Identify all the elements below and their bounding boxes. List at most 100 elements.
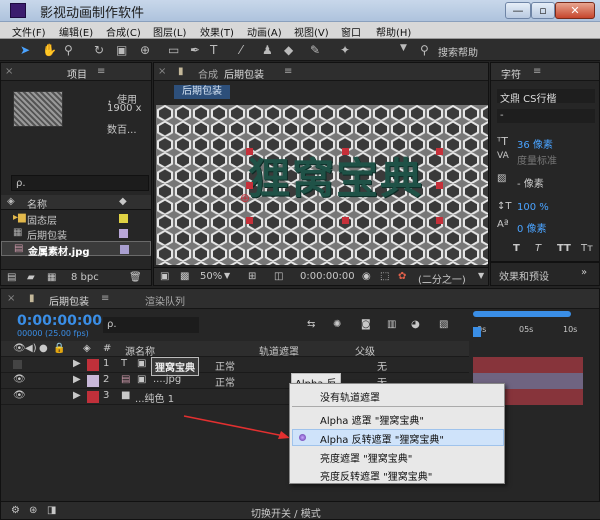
menu-window[interactable]: 窗口 (341, 24, 361, 39)
menu-help[interactable]: 帮助(H) (376, 24, 411, 39)
close-tab-icon[interactable]: × (158, 66, 166, 77)
rectangle-tool-icon[interactable]: ▭ (168, 43, 179, 57)
font-family-dropdown[interactable]: 文鼎 CS行楷 (497, 89, 595, 105)
new-comp-icon[interactable]: ▦ (47, 272, 56, 283)
search-help-label[interactable]: 搜索帮助 (438, 44, 478, 59)
stamp-tool-icon[interactable]: ♟ (262, 43, 273, 57)
expand-layer-icon[interactable]: ▶ (73, 358, 81, 369)
handle[interactable] (436, 148, 443, 155)
frame-blending-icon[interactable]: ▥ (387, 319, 396, 330)
guides-icon[interactable]: ◫ (274, 271, 283, 282)
comp-viewer[interactable]: 狸窝宝典 ⊕ (156, 105, 488, 265)
visibility-toggle[interactable] (13, 360, 22, 369)
panel-menu-icon[interactable]: ≡ (101, 293, 109, 304)
camera-tool-icon[interactable]: ▣ (116, 43, 127, 57)
brush-tool-icon[interactable]: ⁄ (240, 43, 242, 57)
zoom-tool-icon[interactable]: ⚲ (64, 43, 73, 57)
layer-label-swatch[interactable] (87, 359, 99, 371)
vertical-scale-value[interactable]: 100 % (517, 202, 549, 213)
project-search-input[interactable]: ρ. (11, 175, 149, 191)
project-item-comp[interactable]: ▦ 后期包装 (1, 226, 151, 242)
draft-3d-icon[interactable]: ✺ (333, 319, 341, 330)
smallcaps-icon[interactable]: Tт (581, 243, 593, 254)
mask-icon[interactable]: ▩ (180, 271, 189, 282)
stroke-width-value[interactable]: - 像素 (517, 175, 544, 190)
project-tab[interactable]: 项目 (67, 66, 87, 81)
grid-icon[interactable]: ⊞ (248, 271, 256, 282)
channel-icon[interactable]: ✿ (398, 271, 406, 282)
column-source-name[interactable]: 源名称 (125, 343, 155, 358)
effects-presets-tab[interactable]: 效果和预设 (499, 268, 549, 283)
timecode-display[interactable]: 0:00:00:00 (300, 271, 355, 282)
text-tool-icon[interactable]: T (210, 43, 217, 57)
resolution-dropdown-icon[interactable]: ▼ (478, 271, 484, 280)
visibility-eye-icon[interactable]: 👁 (13, 390, 26, 401)
layer-bar-1[interactable] (473, 357, 583, 373)
new-folder-icon[interactable]: ▰ (27, 272, 35, 283)
shy-icon[interactable]: ◙ (361, 319, 371, 330)
menu-animation[interactable]: 动画(A) (247, 24, 282, 39)
timeline-timecode[interactable]: 0:00:00:00 (17, 313, 102, 329)
panel-menu-icon[interactable]: ≡ (533, 66, 541, 77)
anchor-point-icon[interactable]: ⊕ (240, 191, 250, 205)
layer-name[interactable]: ...纯色 1 (135, 390, 174, 405)
menu-effect[interactable]: 效果(T) (200, 24, 234, 39)
delete-icon[interactable]: 🗑 (129, 272, 142, 283)
menu-view[interactable]: 视图(V) (294, 24, 329, 39)
handle[interactable] (246, 217, 253, 224)
timeline-search-input[interactable]: ρ. (103, 317, 199, 333)
selection-tool-icon[interactable]: ➤ (20, 43, 30, 57)
minimize-button[interactable]: — (505, 2, 531, 19)
roto-brush-tool-icon[interactable]: ✎ (310, 43, 320, 57)
menu-layer[interactable]: 图层(L) (153, 24, 186, 39)
baseline-value[interactable]: 0 像素 (517, 220, 547, 235)
comp-mini-flowchart-icon[interactable]: ⇆ (307, 319, 315, 330)
layer-mode[interactable]: 正常 (215, 358, 235, 373)
always-preview-icon[interactable]: ▣ (160, 271, 169, 282)
expand-layer-icon[interactable]: ▶ (73, 390, 81, 401)
panel-menu-icon[interactable]: ≡ (284, 66, 292, 77)
visibility-eye-icon[interactable]: 👁 (13, 374, 26, 385)
layer-label-swatch[interactable] (87, 391, 99, 403)
layer-row-1[interactable]: ▶ 1 T ▣ 狸窝宝典 正常 无 (1, 357, 469, 376)
project-item-image[interactable]: ▤ 金属素材.jpg (1, 241, 151, 258)
rotate-tool-icon[interactable]: ↻ (94, 43, 104, 57)
timeline-tab[interactable]: 后期包装 (49, 293, 89, 308)
project-item-folder[interactable]: ▸▆ 固态层 (1, 211, 151, 227)
hand-tool-icon[interactable]: ✋ (42, 43, 57, 57)
workspace-dropdown-icon[interactable]: ▼ (400, 43, 407, 53)
search-icon[interactable]: ⚲ (420, 43, 429, 57)
layer-label-swatch[interactable] (87, 375, 99, 387)
allcaps-icon[interactable]: TT (557, 243, 571, 254)
playhead[interactable] (473, 327, 481, 337)
bold-icon[interactable]: T (513, 243, 520, 254)
layer-name[interactable]: ....jpg (153, 374, 181, 385)
layer-mode[interactable]: 正常 (215, 374, 235, 389)
snapshot-icon[interactable]: ◉ (362, 271, 371, 282)
handle[interactable] (342, 148, 349, 155)
kerning-value[interactable]: 度量标准 (517, 152, 557, 167)
panel-menu-icon[interactable]: ≡ (97, 66, 105, 77)
toggle-switches-modes[interactable]: 切换开关 / 模式 (251, 505, 321, 520)
render-queue-tab[interactable]: 渲染队列 (145, 293, 185, 308)
close-tab-icon[interactable]: × (5, 66, 13, 77)
font-size-value[interactable]: 36 像素 (517, 136, 553, 151)
transfer-controls-icon[interactable]: ⊛ (29, 505, 37, 516)
graph-editor-icon[interactable]: ▧ (439, 319, 448, 330)
menu-composition[interactable]: 合成(C) (106, 24, 141, 39)
bpc-label[interactable]: 8 bpc (71, 272, 99, 283)
option-alpha-matte[interactable]: Alpha 遮罩 "狸窝宝典" (320, 412, 424, 427)
motion-blur-icon[interactable]: ◕ (411, 319, 420, 330)
zoom-dropdown-icon[interactable]: ▼ (224, 271, 230, 280)
in-out-icon[interactable]: ◨ (47, 505, 56, 516)
option-no-track-matte[interactable]: 没有轨道遮罩 (320, 389, 380, 404)
comp-tab[interactable]: 后期包装 (224, 66, 264, 81)
resolution-dropdown[interactable]: (二分之一) (418, 271, 466, 286)
layer-parent[interactable]: 无 (377, 358, 387, 373)
pen-tool-icon[interactable]: ✒ (190, 43, 200, 57)
italic-icon[interactable]: T (535, 243, 541, 254)
expand-layer-icon[interactable]: ▶ (73, 374, 81, 385)
close-tab-icon[interactable]: × (7, 293, 15, 304)
option-luma-inverted-matte[interactable]: 亮度反转遮罩 "狸窝宝典" (320, 468, 432, 483)
puppet-tool-icon[interactable]: ✦ (340, 43, 350, 57)
